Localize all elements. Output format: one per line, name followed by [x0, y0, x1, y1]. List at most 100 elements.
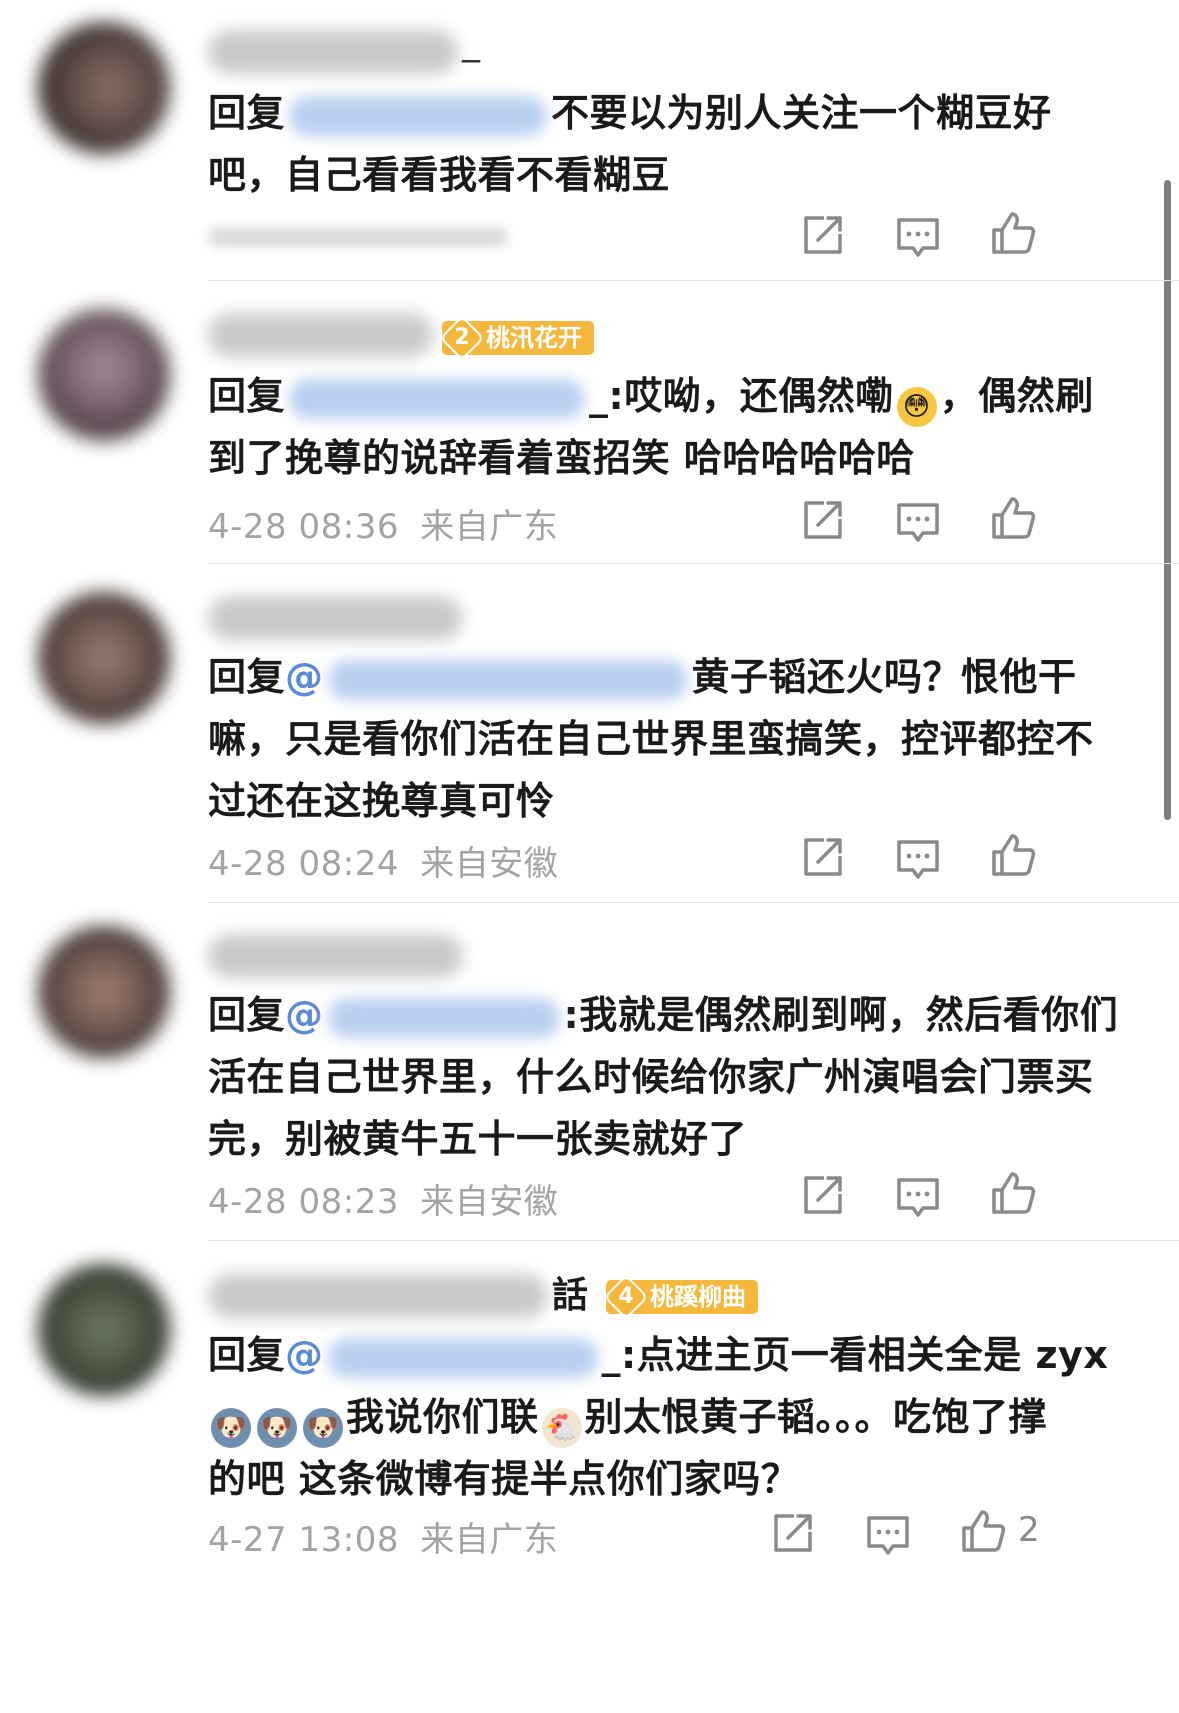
- comment-text-segment: 不要以为别人关注一个糊豆好: [551, 91, 1052, 135]
- comment-button[interactable]: [893, 1172, 943, 1222]
- reply-label: 回复: [208, 993, 286, 1037]
- avatar[interactable]: [38, 592, 170, 724]
- comment-text-segment: 别太恨黄子韬。。。吃饱了撑: [584, 1395, 1048, 1439]
- like-icon: [992, 212, 1036, 254]
- shy-smile-emoji: 😳: [896, 387, 937, 427]
- mention-at[interactable]: @: [285, 655, 324, 699]
- comment-line: 🐶 🐶 🐶 我说你们联 🐔 别太恨黄子韬。。。吃饱了撑: [208, 1386, 1148, 1448]
- comment-time: 4-28 08:23: [208, 1182, 399, 1222]
- comment-button[interactable]: [893, 834, 943, 884]
- like-icon: [962, 1510, 1006, 1552]
- mention-at[interactable]: @: [285, 1333, 324, 1377]
- comment-line: 完，别被黄牛五十一张卖就好了: [208, 1117, 748, 1161]
- comment-line: 回复@ _:点进主页一看相关全是 zyx: [208, 1324, 1148, 1386]
- share-button[interactable]: [798, 1170, 848, 1220]
- comment-text: 回复 不要以为别人关注一个糊豆好 吧，自己看看我看不看糊豆: [208, 82, 1148, 206]
- reply-label: 回复: [208, 655, 286, 699]
- reply-label: 回复: [208, 1333, 286, 1377]
- comment-item: _ 回复 不要以为别人关注一个糊豆好 吧，自己看看我看不看糊豆: [0, 0, 1179, 281]
- username[interactable]: [208, 1274, 548, 1318]
- comment-text: 回复@ 黄子韬还火吗？恨他干 嘛，只是看你们活在自己世界里蛮搞笑，控评都控不 过还…: [208, 646, 1148, 832]
- user-badge[interactable]: 2 桃汛花开: [439, 315, 594, 361]
- share-icon: [804, 501, 842, 539]
- divider: [208, 280, 1179, 281]
- comment-time: 4-28 08:24: [208, 844, 399, 884]
- share-button[interactable]: [798, 832, 848, 882]
- like-icon: [992, 497, 1036, 539]
- comment-location: 来自安徽: [420, 1182, 559, 1222]
- like-icon: [992, 834, 1036, 876]
- comment-location: 来自安徽: [420, 844, 559, 884]
- share-icon: [804, 838, 842, 876]
- share-icon: [774, 1514, 812, 1552]
- share-button[interactable]: [798, 495, 848, 545]
- comment-text-segment: _:哎呦，还偶然嘞: [589, 374, 894, 418]
- comment-text-segment: 我说你们联: [346, 1395, 539, 1439]
- chicken-emoji: 🐔: [541, 1408, 582, 1448]
- mention-link[interactable]: [327, 997, 560, 1038]
- share-button[interactable]: [768, 1508, 818, 1558]
- comment-line: 嘛，只是看你们活在自己世界里蛮搞笑，控评都控不: [208, 717, 1094, 761]
- username[interactable]: [208, 934, 463, 978]
- comment-meta: [208, 227, 508, 247]
- comment-text-segment: ，偶然刷: [939, 374, 1094, 418]
- mention-link[interactable]: [327, 1337, 598, 1378]
- badge-label: 桃汛花开: [486, 324, 582, 352]
- divider: [208, 563, 1179, 564]
- comment-button[interactable]: [893, 212, 943, 262]
- username-suffix: _: [462, 22, 480, 63]
- comment-button[interactable]: [863, 1510, 913, 1560]
- like-button[interactable]: [988, 208, 1038, 258]
- share-button[interactable]: [798, 210, 848, 260]
- comment-meta: 4-28 08:23 来自安徽: [208, 1174, 558, 1223]
- comment-item: 話 4 桃蹊柳曲 回复@ _:点进主页一看相关全是 zyx 🐶 🐶 🐶 我说你们联 🐔 别太…: [0, 1242, 1179, 1713]
- mention-at[interactable]: @: [285, 993, 324, 1037]
- avatar[interactable]: [38, 22, 170, 154]
- share-icon: [804, 216, 842, 254]
- husky-emoji: 🐶: [211, 1408, 251, 1448]
- comment-button[interactable]: [893, 497, 943, 547]
- avatar[interactable]: [38, 926, 170, 1058]
- comment-time: 4-27 13:08: [208, 1520, 399, 1560]
- comment-meta: 4-28 08:24 来自安徽: [208, 836, 558, 885]
- comment-line: 吧，自己看看我看不看糊豆: [208, 153, 671, 197]
- comment-text: 回复 _:哎呦，还偶然嘞 😳 ，偶然刷 到了挽尊的说辞看着蛮招笑 哈哈哈哈哈哈: [208, 365, 1148, 489]
- mention-link[interactable]: [327, 659, 688, 700]
- username[interactable]: [208, 30, 458, 74]
- comment-line: 回复 _:哎呦，还偶然嘞 😳 ，偶然刷: [208, 365, 1148, 427]
- avatar[interactable]: [38, 309, 170, 441]
- comment-item: 回复@ 黄子韬还火吗？恨他干 嘛，只是看你们活在自己世界里蛮搞笑，控评都控不 过还…: [0, 566, 1179, 904]
- badge-level-icon: 4: [603, 1274, 649, 1320]
- divider: [208, 902, 1179, 903]
- comment-item: 2 桃汛花开 回复 _:哎呦，还偶然嘞 😳 ，偶然刷 到了挽尊的说辞看着蛮招笑 哈哈哈…: [0, 283, 1179, 564]
- user-badge[interactable]: 4 桃蹊柳曲: [603, 1274, 758, 1320]
- comment-icon: [897, 218, 939, 257]
- like-button[interactable]: [988, 1168, 1038, 1218]
- comment-location: 来自广东: [420, 507, 559, 547]
- badge-level-icon: 2: [439, 315, 485, 361]
- username[interactable]: [208, 596, 463, 640]
- husky-emoji: 🐶: [257, 1408, 297, 1448]
- like-icon: [992, 1172, 1036, 1214]
- badge-label: 桃蹊柳曲: [650, 1283, 746, 1311]
- mention-link[interactable]: [289, 95, 548, 136]
- comment-line: 回复@ 黄子韬还火吗？恨他干: [208, 646, 1148, 708]
- comment-line: 回复@:我就是偶然刷到啊，然后看你们: [208, 984, 1148, 1046]
- comment-meta: 4-27 13:08 来自广东: [208, 1512, 558, 1561]
- comment-line: 回复 不要以为别人关注一个糊豆好: [208, 82, 1148, 144]
- mention-link[interactable]: [289, 378, 586, 419]
- comment-text-segment: 黄子韬还火吗？恨他干: [691, 655, 1077, 699]
- like-button[interactable]: [988, 830, 1038, 880]
- like-button[interactable]: [958, 1506, 1008, 1556]
- comment-line: 的吧 这条微博有提半点你们家吗？: [208, 1457, 800, 1501]
- comment-icon: [897, 1178, 939, 1217]
- comment-time: 4-28 08:36: [208, 507, 399, 547]
- like-button[interactable]: [988, 493, 1038, 543]
- comment-text: 回复@:我就是偶然刷到啊，然后看你们 活在自己世界里，什么时候给你家广州演唱会门…: [208, 984, 1148, 1170]
- reply-label: 回复: [208, 91, 286, 135]
- comment-line: 过还在这挽尊真可怜: [208, 779, 555, 823]
- like-count: 2: [1018, 1510, 1040, 1550]
- husky-emoji: 🐶: [303, 1408, 343, 1448]
- username[interactable]: [208, 313, 433, 357]
- avatar[interactable]: [38, 1264, 170, 1396]
